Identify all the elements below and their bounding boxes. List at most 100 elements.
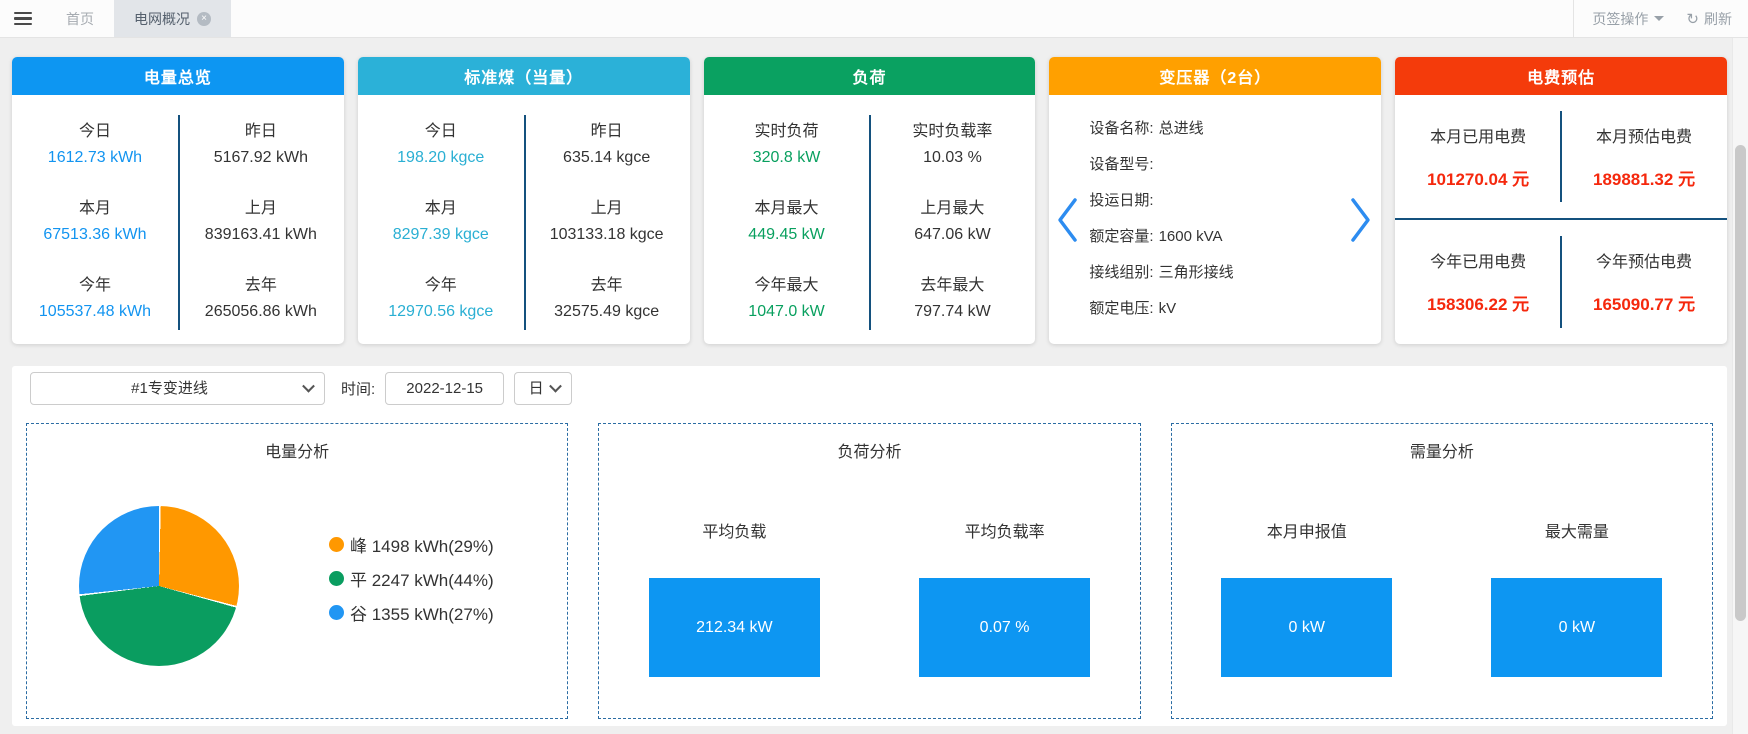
stat-label: 本月 <box>425 194 457 218</box>
refresh-icon: ↻ <box>1686 10 1699 28</box>
stat-value: 1047.0 kW <box>748 303 824 321</box>
legend-dot-valley <box>329 605 344 620</box>
time-label: 时间: <box>341 378 375 399</box>
period-select[interactable]: 日 <box>514 372 572 405</box>
cost-value: 189881.32 元 <box>1593 165 1695 190</box>
legend-label: 平 2247 kWh(44%) <box>350 566 494 591</box>
tab-grid-overview-label: 电网概况 <box>134 9 190 29</box>
cost-value: 158306.22 元 <box>1427 290 1529 315</box>
card-cost-estimate-title: 电费预估 <box>1395 57 1727 95</box>
cost-value: 165090.77 元 <box>1593 290 1695 315</box>
scrollbar <box>1732 38 1748 734</box>
stat-value: 5167.92 kWh <box>214 149 308 167</box>
cost-value: 101270.04 元 <box>1427 165 1529 190</box>
stat-label: 上月 <box>591 194 623 218</box>
date-input[interactable] <box>385 372 504 405</box>
card-standard-coal-title: 标准煤（当量） <box>358 57 690 95</box>
panel-demand-analysis: 需量分析 本月申报值 0 kW 最大需量 0 kW <box>1171 423 1713 719</box>
transformer-next-button[interactable] <box>1349 197 1373 243</box>
metric-label: 平均负载 <box>702 518 766 542</box>
transformer-prev-button[interactable] <box>1055 197 1079 243</box>
stat-label: 上月 <box>245 194 277 218</box>
stat-label: 昨日 <box>245 117 277 141</box>
legend-label: 峰 1498 kWh(29%) <box>350 532 494 557</box>
stat-value: 797.74 kW <box>914 303 990 321</box>
summary-cards-row: 电量总览 今日1612.73 kWh 昨日5167.92 kWh 本月67513… <box>12 57 1727 344</box>
card-load: 负荷 实时负荷320.8 kW 实时负载率10.03 % 本月最大449.45 … <box>704 57 1036 344</box>
stat-label: 今日 <box>425 117 457 141</box>
refresh-button[interactable]: ↻ 刷新 <box>1682 9 1748 29</box>
hamburger-menu-button[interactable] <box>0 0 46 37</box>
stat-label: 今日 <box>79 117 111 141</box>
field-label: 额定电压: <box>1089 300 1153 317</box>
panel-energy-analysis: 电量分析 峰 1498 kWh(29%) 平 2247 kWh(44%) 谷 1… <box>26 423 568 719</box>
pie-legend: 峰 1498 kWh(29%) 平 2247 kWh(44%) 谷 1355 k… <box>329 532 494 625</box>
stat-value: 12970.56 kgce <box>388 303 493 321</box>
card-transformer-title: 变压器（2台） <box>1049 57 1381 95</box>
tab-grid-overview[interactable]: 电网概况 × <box>114 0 231 37</box>
transformer-field: 接线组别: 三角形接线 <box>1089 261 1333 282</box>
cost-label: 本月预估电费 <box>1596 123 1692 147</box>
legend-item: 谷 1355 kWh(27%) <box>329 600 494 625</box>
stat-label: 去年最大 <box>920 271 984 295</box>
line-select[interactable]: #1专变进线 <box>30 372 325 405</box>
cost-label: 本月已用电费 <box>1430 123 1526 147</box>
card-load-body: 实时负荷320.8 kW 实时负载率10.03 % 本月最大449.45 kW … <box>704 95 1036 344</box>
metric-label: 平均负载率 <box>965 518 1045 542</box>
legend-dot-flat <box>329 571 344 586</box>
stat-label: 去年 <box>245 271 277 295</box>
cost-label: 今年预估电费 <box>1596 248 1692 272</box>
stat-value: 265056.86 kWh <box>205 303 317 321</box>
tab-home[interactable]: 首页 <box>46 0 114 37</box>
tab-operations-button[interactable]: 页签操作 <box>1574 9 1682 29</box>
stat-value: 449.45 kW <box>748 226 824 244</box>
card-standard-coal-body: 今日198.20 kgce 昨日635.14 kgce 本月8297.39 kg… <box>358 95 690 344</box>
card-energy-overview-title: 电量总览 <box>12 57 344 95</box>
metric-value-box: 0.07 % <box>919 578 1090 677</box>
tab-close-icon[interactable]: × <box>197 12 211 26</box>
stat-value: 10.03 % <box>923 149 982 167</box>
transformer-field: 投运日期: <box>1089 189 1333 210</box>
hamburger-icon <box>14 12 32 15</box>
field-value: 总进线 <box>1159 120 1204 137</box>
metric-value-box: 0 kW <box>1491 578 1662 677</box>
card-transformer: 变压器（2台） 设备名称:总进线 设备型号: 投运日期: 额定容量:1600 k… <box>1049 57 1381 344</box>
stat-value: 1612.73 kWh <box>48 149 142 167</box>
stat-value: 32575.49 kgce <box>554 303 659 321</box>
field-value: 1600 kVA <box>1159 228 1223 245</box>
refresh-label: 刷新 <box>1704 9 1732 29</box>
panel-title: 需量分析 <box>1172 438 1712 462</box>
cost-label: 今年已用电费 <box>1430 248 1526 272</box>
card-energy-overview-body: 今日1612.73 kWh 昨日5167.92 kWh 本月67513.36 k… <box>12 95 344 344</box>
stat-value: 198.20 kgce <box>397 149 484 167</box>
field-value: 三角形接线 <box>1159 264 1234 281</box>
transformer-field: 设备名称:总进线 <box>1089 117 1333 138</box>
legend-item: 峰 1498 kWh(29%) <box>329 532 494 557</box>
panel-title: 电量分析 <box>27 438 567 462</box>
field-label: 投运日期: <box>1089 192 1153 209</box>
scrollbar-thumb[interactable] <box>1735 145 1746 621</box>
tab-operations-label: 页签操作 <box>1592 9 1648 29</box>
filter-row: #1专变进线 时间: 日 <box>30 371 1713 405</box>
pie-chart <box>79 506 239 666</box>
stat-label: 昨日 <box>591 117 623 141</box>
stat-value: 839163.41 kWh <box>205 226 317 244</box>
stat-label: 实时负荷 <box>755 117 819 141</box>
stat-label: 今年最大 <box>755 271 819 295</box>
stat-value: 647.06 kW <box>914 226 990 244</box>
analysis-section: #1专变进线 时间: 日 电量分析 峰 1498 kWh(29%) 平 2247… <box>12 366 1727 726</box>
stat-label: 今年 <box>425 271 457 295</box>
chevron-right-icon <box>1349 197 1373 243</box>
legend-item: 平 2247 kWh(44%) <box>329 566 494 591</box>
field-label: 接线组别: <box>1089 264 1153 281</box>
stat-value: 103133.18 kgce <box>550 226 664 244</box>
stat-label: 本月 <box>79 194 111 218</box>
card-energy-overview: 电量总览 今日1612.73 kWh 昨日5167.92 kWh 本月67513… <box>12 57 344 344</box>
field-value: kV <box>1159 300 1177 317</box>
field-label: 设备型号: <box>1089 156 1153 173</box>
stat-value: 635.14 kgce <box>563 149 650 167</box>
stat-label: 上月最大 <box>920 194 984 218</box>
stat-label: 今年 <box>79 271 111 295</box>
panel-load-analysis: 负荷分析 平均负载 212.34 kW 平均负载率 0.07 % <box>598 423 1140 719</box>
stat-value: 320.8 kW <box>753 149 821 167</box>
